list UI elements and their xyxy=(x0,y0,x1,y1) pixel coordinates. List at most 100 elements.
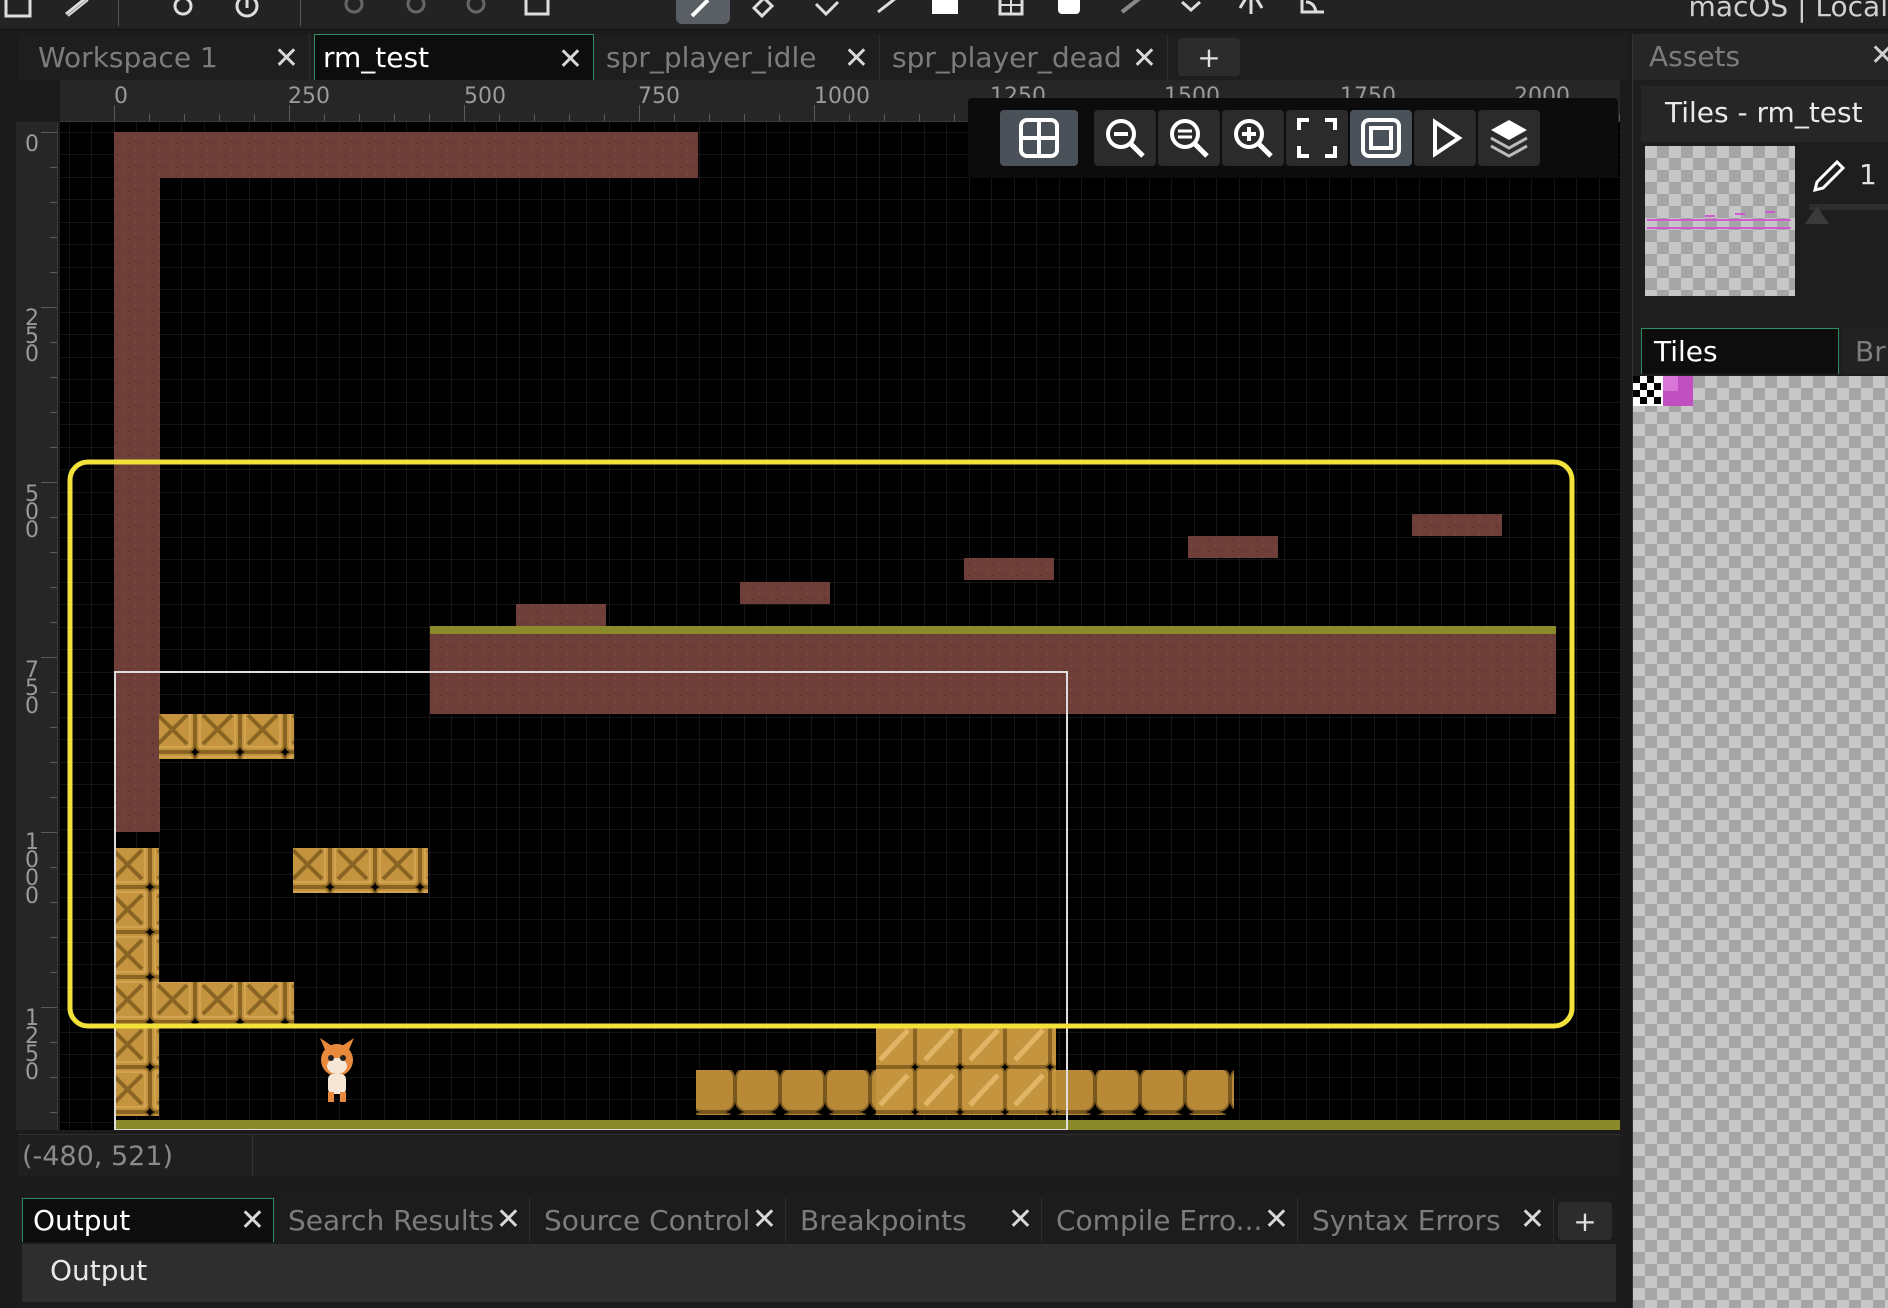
ruler-tick xyxy=(604,114,605,121)
tab-search-results[interactable]: Search Results ✕ xyxy=(278,1198,530,1242)
status-divider xyxy=(252,1135,253,1177)
close-icon[interactable]: ✕ xyxy=(844,41,869,76)
layers-button[interactable] xyxy=(1478,110,1540,166)
ruler-tick xyxy=(289,105,290,121)
gear-icon[interactable] xyxy=(164,0,202,24)
zoom-out-toolbar-icon[interactable] xyxy=(398,0,436,24)
close-icon[interactable]: ✕ xyxy=(752,1202,777,1237)
ruler-tick xyxy=(254,114,255,121)
brush-icon[interactable] xyxy=(1114,0,1152,24)
ruler-tick xyxy=(50,342,57,343)
tab-compile-errors[interactable]: Compile Erro... ✕ xyxy=(1046,1198,1298,1242)
paint-icon[interactable] xyxy=(58,0,96,24)
ruler-label: 1000 xyxy=(25,830,39,909)
ruler-label: 1250 xyxy=(25,1006,39,1085)
close-icon[interactable]: ✕ xyxy=(496,1202,521,1237)
assets-panel-header: Assets ✕ xyxy=(1633,34,1888,80)
rotate-icon[interactable] xyxy=(1294,0,1332,24)
ruler-tick xyxy=(50,1042,57,1043)
eraser-icon[interactable] xyxy=(744,0,782,24)
debug-icon[interactable] xyxy=(228,0,266,24)
zoom-reset-icon xyxy=(1170,119,1209,158)
tileset-view[interactable] xyxy=(1633,376,1888,1308)
ruler-label: 500 xyxy=(464,84,506,109)
frame-view-button[interactable] xyxy=(1350,110,1412,166)
zoom-in-icon xyxy=(1234,119,1273,158)
close-icon[interactable]: ✕ xyxy=(1520,1202,1545,1237)
tab-syntax-errors[interactable]: Syntax Errors ✕ xyxy=(1302,1198,1554,1242)
ruler-tick xyxy=(50,587,57,588)
ruler-label: 750 xyxy=(638,84,680,109)
window-icon[interactable] xyxy=(0,0,38,24)
ruler-tick xyxy=(41,307,57,308)
tab-breakpoints[interactable]: Breakpoints ✕ xyxy=(790,1198,1042,1242)
tab-label: Search Results xyxy=(288,1203,495,1237)
pencil-tool-icon[interactable] xyxy=(676,0,730,24)
grid-toggle-button[interactable] xyxy=(1000,110,1078,166)
close-icon[interactable]: ✕ xyxy=(1008,1202,1033,1237)
flip-icon[interactable] xyxy=(1232,0,1270,24)
image-icon[interactable] xyxy=(518,0,556,24)
ruler-tick xyxy=(394,114,395,121)
tiles-room-title: Tiles - rm_test xyxy=(1665,96,1863,129)
tile-editor-title: Tiles - rm_test xyxy=(1641,86,1888,142)
tab-spr-player-idle[interactable]: spr_player_idle ✕ xyxy=(598,34,880,80)
layers-icon xyxy=(1490,120,1528,158)
tileset-preview[interactable] xyxy=(1645,146,1795,296)
ruler-tick xyxy=(50,762,57,763)
document-tab-strip: Workspace 1 ✕ rm_test ✕ spr_player_idle … xyxy=(18,34,1628,80)
tab-spr-player-dead[interactable]: spr_player_dead ✕ xyxy=(884,34,1168,80)
tab-brushes[interactable]: Bru xyxy=(1843,328,1888,374)
close-icon[interactable]: ✕ xyxy=(1132,41,1157,76)
ruler-tick xyxy=(779,114,780,121)
ruler-tick xyxy=(50,377,57,378)
tab-workspace-1[interactable]: Workspace 1 ✕ xyxy=(18,34,310,80)
rectangle-icon[interactable] xyxy=(926,0,964,24)
ruler-label: 0 xyxy=(114,84,128,109)
tab-source-control[interactable]: Source Control ✕ xyxy=(534,1198,786,1242)
chevron-down-icon[interactable] xyxy=(1172,0,1210,24)
output-header: Output xyxy=(50,1254,148,1287)
ruler-tick xyxy=(50,972,57,973)
ruler-tick xyxy=(149,114,150,121)
output-dock: Output ✕ Search Results ✕ Source Control… xyxy=(18,1194,1620,1308)
zoom-in-button[interactable] xyxy=(1222,110,1284,166)
zoom-out-button[interactable] xyxy=(1094,110,1156,166)
brush-size-control[interactable]: 1 xyxy=(1809,150,1888,210)
vertical-ruler[interactable]: 0 250 500 750 1000 1250 xyxy=(16,122,58,1130)
play-button[interactable] xyxy=(1414,110,1476,166)
tab-output[interactable]: Output ✕ xyxy=(22,1198,274,1242)
zoom-in-toolbar-icon[interactable] xyxy=(458,0,496,24)
grid-icon xyxy=(1019,118,1059,158)
cursor-coordinates: (-480, 521) xyxy=(22,1141,174,1172)
tile-tabs: Tiles Bru xyxy=(1633,328,1888,374)
status-bar: (-480, 521) xyxy=(18,1134,1620,1177)
search-icon[interactable] xyxy=(336,0,374,24)
room-canvas[interactable] xyxy=(60,122,1620,1130)
ruler-tick xyxy=(114,105,115,121)
zoom-reset-button[interactable] xyxy=(1158,110,1220,166)
tab-tiles[interactable]: Tiles xyxy=(1641,328,1839,374)
tab-label: rm_test xyxy=(323,41,430,74)
close-icon[interactable]: ✕ xyxy=(274,41,299,76)
ruler-tick xyxy=(709,114,710,121)
ruler-tick xyxy=(674,114,675,121)
close-icon[interactable]: ✕ xyxy=(1264,1202,1289,1237)
line-icon[interactable] xyxy=(868,0,906,24)
ruler-tick xyxy=(50,622,57,623)
add-tab-button[interactable]: + xyxy=(1178,38,1240,76)
close-icon[interactable]: ✕ xyxy=(558,42,583,77)
fullscreen-button[interactable] xyxy=(1286,110,1348,166)
slider-knob[interactable] xyxy=(1805,206,1829,224)
ruler-tick xyxy=(50,517,57,518)
add-dock-tab-button[interactable]: + xyxy=(1558,1202,1612,1240)
ruler-tick xyxy=(429,114,430,121)
close-icon[interactable]: ✕ xyxy=(1870,38,1888,73)
tab-rm-test[interactable]: rm_test ✕ xyxy=(314,34,594,80)
close-icon[interactable]: ✕ xyxy=(240,1203,265,1238)
fill-icon[interactable] xyxy=(808,0,846,24)
grid-tile-icon[interactable] xyxy=(992,0,1030,24)
contrast-icon[interactable] xyxy=(1050,0,1088,24)
ruler-tick xyxy=(849,114,850,121)
ruler-tick xyxy=(50,167,57,168)
